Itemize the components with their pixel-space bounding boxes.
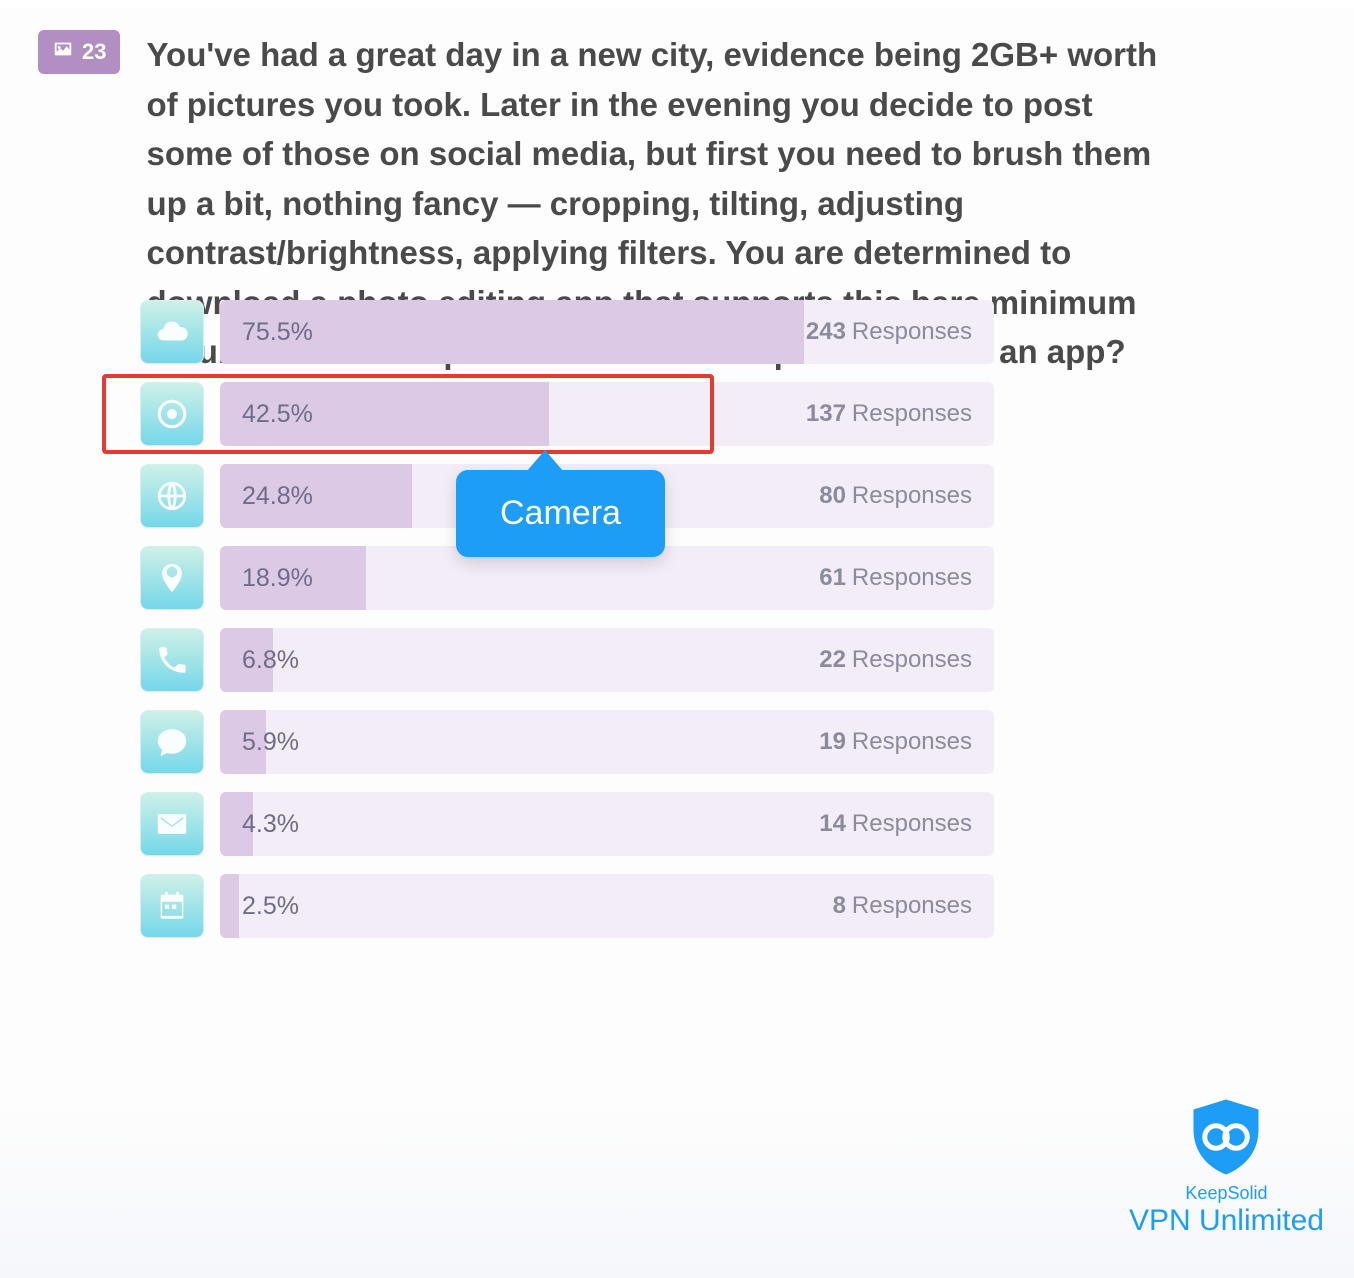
bar-percent: 18.9% xyxy=(242,546,313,610)
responses-word: Responses xyxy=(852,318,972,346)
chat-icon xyxy=(140,710,204,774)
responses-count: 19 xyxy=(819,728,846,756)
calendar-icon xyxy=(140,874,204,938)
globe-icon xyxy=(140,464,204,528)
shield-icon xyxy=(1129,1097,1324,1177)
responses-count: 137 xyxy=(806,400,846,428)
poll-row: 42.5% 137Responses xyxy=(140,382,994,446)
cloud-icon xyxy=(140,300,204,364)
bar-percent: 5.9% xyxy=(242,710,299,774)
brand-block: KeepSolid VPN Unlimited xyxy=(1129,1097,1324,1238)
poll-row: 2.5% 8Responses xyxy=(140,874,994,938)
bar-fill xyxy=(220,874,239,938)
responses-count: 22 xyxy=(819,646,846,674)
mail-icon xyxy=(140,792,204,856)
responses-word: Responses xyxy=(852,564,972,592)
page: { "badge": { "number": "23", "icon": "im… xyxy=(0,0,1354,1278)
bar-percent: 75.5% xyxy=(242,300,313,364)
bar-track: 4.3% 14Responses xyxy=(220,792,994,856)
responses-word: Responses xyxy=(852,892,972,920)
responses-word: Responses xyxy=(852,810,972,838)
bar-track: 42.5% 137Responses xyxy=(220,382,994,446)
image-icon xyxy=(52,38,74,66)
poll-chart: 75.5%243Responses42.5%137Responses24.8%8… xyxy=(140,300,994,956)
responses-label: 80Responses xyxy=(819,464,972,528)
responses-count: 61 xyxy=(819,564,846,592)
camera-icon xyxy=(140,382,204,446)
brand-line2: VPN Unlimited xyxy=(1129,1204,1324,1238)
bar-percent: 2.5% xyxy=(242,874,299,938)
bar-track: 6.8% 22Responses xyxy=(220,628,994,692)
bar-percent: 24.8% xyxy=(242,464,313,528)
bar-track: 2.5% 8Responses xyxy=(220,874,994,938)
callout: Camera xyxy=(456,470,665,557)
poll-row: 4.3% 14Responses xyxy=(140,792,994,856)
bar-track: 75.5% 243Responses xyxy=(220,300,994,364)
responses-label: 19Responses xyxy=(819,710,972,774)
question-badge: 23 xyxy=(38,30,120,74)
responses-word: Responses xyxy=(852,728,972,756)
top-strip xyxy=(0,0,1354,8)
bar-percent: 6.8% xyxy=(242,628,299,692)
poll-row: 75.5% 243Responses xyxy=(140,300,994,364)
responses-word: Responses xyxy=(852,646,972,674)
poll-row: 5.9% 19Responses xyxy=(140,710,994,774)
phone-icon xyxy=(140,628,204,692)
question-number: 23 xyxy=(82,39,106,65)
responses-label: 243Responses xyxy=(806,300,972,364)
responses-count: 243 xyxy=(806,318,846,346)
responses-word: Responses xyxy=(852,482,972,510)
responses-count: 80 xyxy=(819,482,846,510)
callout-text: Camera xyxy=(500,494,621,532)
responses-count: 14 xyxy=(819,810,846,838)
brand-line1: KeepSolid xyxy=(1129,1183,1324,1204)
responses-word: Responses xyxy=(852,400,972,428)
responses-label: 61Responses xyxy=(819,546,972,610)
responses-label: 22Responses xyxy=(819,628,972,692)
bar-track: 5.9% 19Responses xyxy=(220,710,994,774)
responses-label: 14Responses xyxy=(819,792,972,856)
bar-percent: 42.5% xyxy=(242,382,313,446)
location-icon xyxy=(140,546,204,610)
bar-percent: 4.3% xyxy=(242,792,299,856)
responses-label: 137Responses xyxy=(806,382,972,446)
responses-count: 8 xyxy=(833,892,846,920)
poll-row: 6.8% 22Responses xyxy=(140,628,994,692)
responses-label: 8Responses xyxy=(833,874,972,938)
